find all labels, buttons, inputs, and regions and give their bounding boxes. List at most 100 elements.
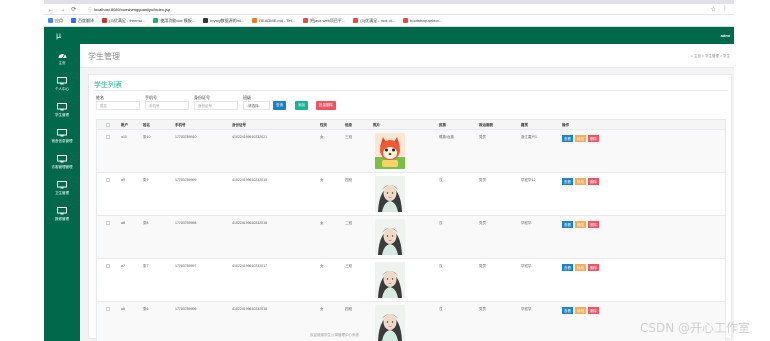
edit-button[interactable]: 修改: [575, 135, 586, 142]
select-all-checkbox[interactable]: [106, 123, 110, 127]
view-button[interactable]: 查看: [562, 178, 573, 185]
column-header[interactable]: 操作: [562, 123, 569, 128]
view-button[interactable]: 查看: [562, 307, 573, 314]
column-header[interactable]: 照片: [373, 123, 380, 128]
column-header[interactable]: 身份证号: [232, 123, 246, 128]
bookmark-item[interactable]: README.md - Tet...: [252, 18, 295, 23]
student-photo[interactable]: [375, 219, 405, 255]
view-button[interactable]: 查看: [562, 264, 573, 271]
row-checkbox[interactable]: [106, 135, 110, 139]
bookmark-item[interactable]: bootstrap-select...: [403, 18, 442, 23]
row-checkbox[interactable]: [106, 178, 110, 182]
sidebar-item[interactable]: 主页: [44, 47, 80, 73]
bookmark-item[interactable]: (3)优满足 - freemu...: [102, 18, 145, 24]
monitor-icon: [57, 77, 67, 85]
edit-button[interactable]: 修改: [575, 178, 586, 185]
column-header[interactable]: 籍贯: [521, 123, 528, 128]
bookmark-item[interactable]: (3)优满足 - root ol...: [353, 18, 395, 24]
bookmark-item[interactable]: 使用功能dox 模板...: [153, 18, 195, 24]
column-header[interactable]: 政治面貌: [479, 123, 493, 128]
cell-class: 二班: [345, 221, 352, 225]
cell-name: 张8: [143, 221, 149, 225]
delete-button[interactable]: 删除: [588, 264, 599, 271]
sidebar-item[interactable]: 报修管理: [44, 203, 80, 229]
bookmark-label: 百度翻译: [78, 17, 94, 23]
url-field[interactable]: ⓘ localhost:8080/xueshengguanliyu/index.j…: [88, 7, 170, 13]
delete-button[interactable]: 删除: [588, 221, 599, 228]
student-photo[interactable]: [375, 262, 405, 298]
sidebar-item-label: 宿舍信息管理: [51, 139, 73, 143]
cell-account: a7: [121, 264, 125, 268]
bookmark-star-icon[interactable]: ☆: [711, 6, 716, 13]
cell-origin: 华宏华12: [521, 178, 536, 182]
student-photo[interactable]: [375, 305, 405, 341]
edit-button[interactable]: 修改: [575, 221, 586, 228]
cell-idcard: 410224199610232018: [232, 221, 268, 225]
column-header[interactable]: 性别: [320, 123, 327, 128]
cell-phone: 17703789996: [175, 307, 197, 311]
add-button[interactable]: 添加: [295, 101, 308, 110]
cell-ethnic: 汉: [439, 178, 443, 182]
delete-button[interactable]: 删除: [588, 178, 599, 185]
sidebar-item[interactable]: 宿舍信息管理: [44, 125, 80, 151]
bookmark-label: 把java web项目平...: [310, 17, 346, 23]
bookmark-label: mysql数据源的mi...: [210, 17, 245, 23]
bookmark-item[interactable]: 把java web项目平...: [303, 18, 345, 24]
bookmark-label: (3)优满足 - root ol...: [360, 17, 396, 23]
table-row: a9 张9 17703789999 410224199610232019 女 四班 汉 党员 华…: [96, 173, 726, 216]
cell-origin: 华宏华: [521, 264, 532, 268]
bookmark-favicon-icon: [353, 18, 359, 23]
view-button[interactable]: 查看: [562, 221, 573, 228]
cell-political: 党员: [479, 264, 486, 268]
column-header[interactable]: 手机号: [175, 123, 186, 128]
phone-input[interactable]: 手机号: [145, 101, 189, 110]
sidebar-item[interactable]: 卫生管理: [44, 177, 80, 203]
user-menu[interactable]: admi: [721, 33, 730, 38]
column-header[interactable]: 账户: [121, 123, 128, 128]
cell-name: 张7: [143, 264, 149, 268]
bookmark-item[interactable]: mysql数据源的mi...: [203, 18, 244, 24]
top-navbar: µ admi: [44, 27, 734, 44]
cell-idcard: 410224199610232021: [232, 135, 268, 139]
bookmark-favicon-icon: [303, 18, 309, 23]
browser-nav-buttons[interactable]: ← → ⟳: [48, 6, 78, 13]
cell-account: a6: [121, 307, 125, 311]
cell-phone: 17703789998: [175, 221, 197, 225]
class-select[interactable]: -请选择-: [243, 101, 270, 110]
sidebar-item[interactable]: 学生管理: [44, 99, 80, 125]
view-button[interactable]: 查看: [562, 135, 573, 142]
bookmark-favicon-icon: [102, 18, 107, 23]
bookmark-label: bootstrap-select...: [410, 18, 442, 23]
delete-button[interactable]: 删除: [588, 307, 599, 314]
sidebar-item[interactable]: 个人中心: [44, 73, 80, 99]
name-input[interactable]: 姓名: [96, 101, 140, 110]
student-photo[interactable]: [375, 133, 405, 169]
cell-gender: 女: [320, 307, 324, 311]
bookmark-favicon-icon: [252, 18, 258, 23]
edit-button[interactable]: 修改: [575, 307, 586, 314]
bookmark-item[interactable]: 百度翻译: [71, 18, 94, 24]
cell-account: a10: [121, 135, 127, 139]
batch-delete-button[interactable]: 批量删除: [316, 101, 336, 110]
row-checkbox[interactable]: [106, 307, 110, 311]
column-header[interactable]: 班级: [345, 123, 352, 128]
column-header[interactable]: 姓名: [143, 123, 150, 128]
row-checkbox[interactable]: [106, 221, 110, 225]
student-photo[interactable]: [375, 176, 405, 212]
footer-text: 欢迎使用学生公寓管理中心系统: [310, 333, 359, 337]
bookmark-item[interactable]: 应用: [48, 18, 63, 24]
cell-idcard: 410224199610232017: [232, 264, 268, 268]
sidebar-item[interactable]: 访客管理管理: [44, 151, 80, 177]
bookmark-favicon-icon: [203, 18, 209, 23]
cell-origin: 浙江嘉兴1: [521, 135, 537, 139]
column-header[interactable]: 民族: [439, 123, 446, 128]
edit-button[interactable]: 修改: [575, 264, 586, 271]
breadcrumb[interactable]: ⌂ 主页 > 学生管理 > 学生: [691, 54, 730, 59]
idcard-input[interactable]: 身份证号: [194, 101, 238, 110]
cell-ethnic: 汉: [439, 264, 443, 268]
browser-menu-icon[interactable]: ⋮: [722, 5, 728, 12]
sidebar-item-label: 个人中心: [55, 87, 69, 91]
delete-button[interactable]: 删除: [588, 135, 599, 142]
row-checkbox[interactable]: [106, 264, 110, 268]
search-button[interactable]: 查询: [273, 101, 286, 110]
